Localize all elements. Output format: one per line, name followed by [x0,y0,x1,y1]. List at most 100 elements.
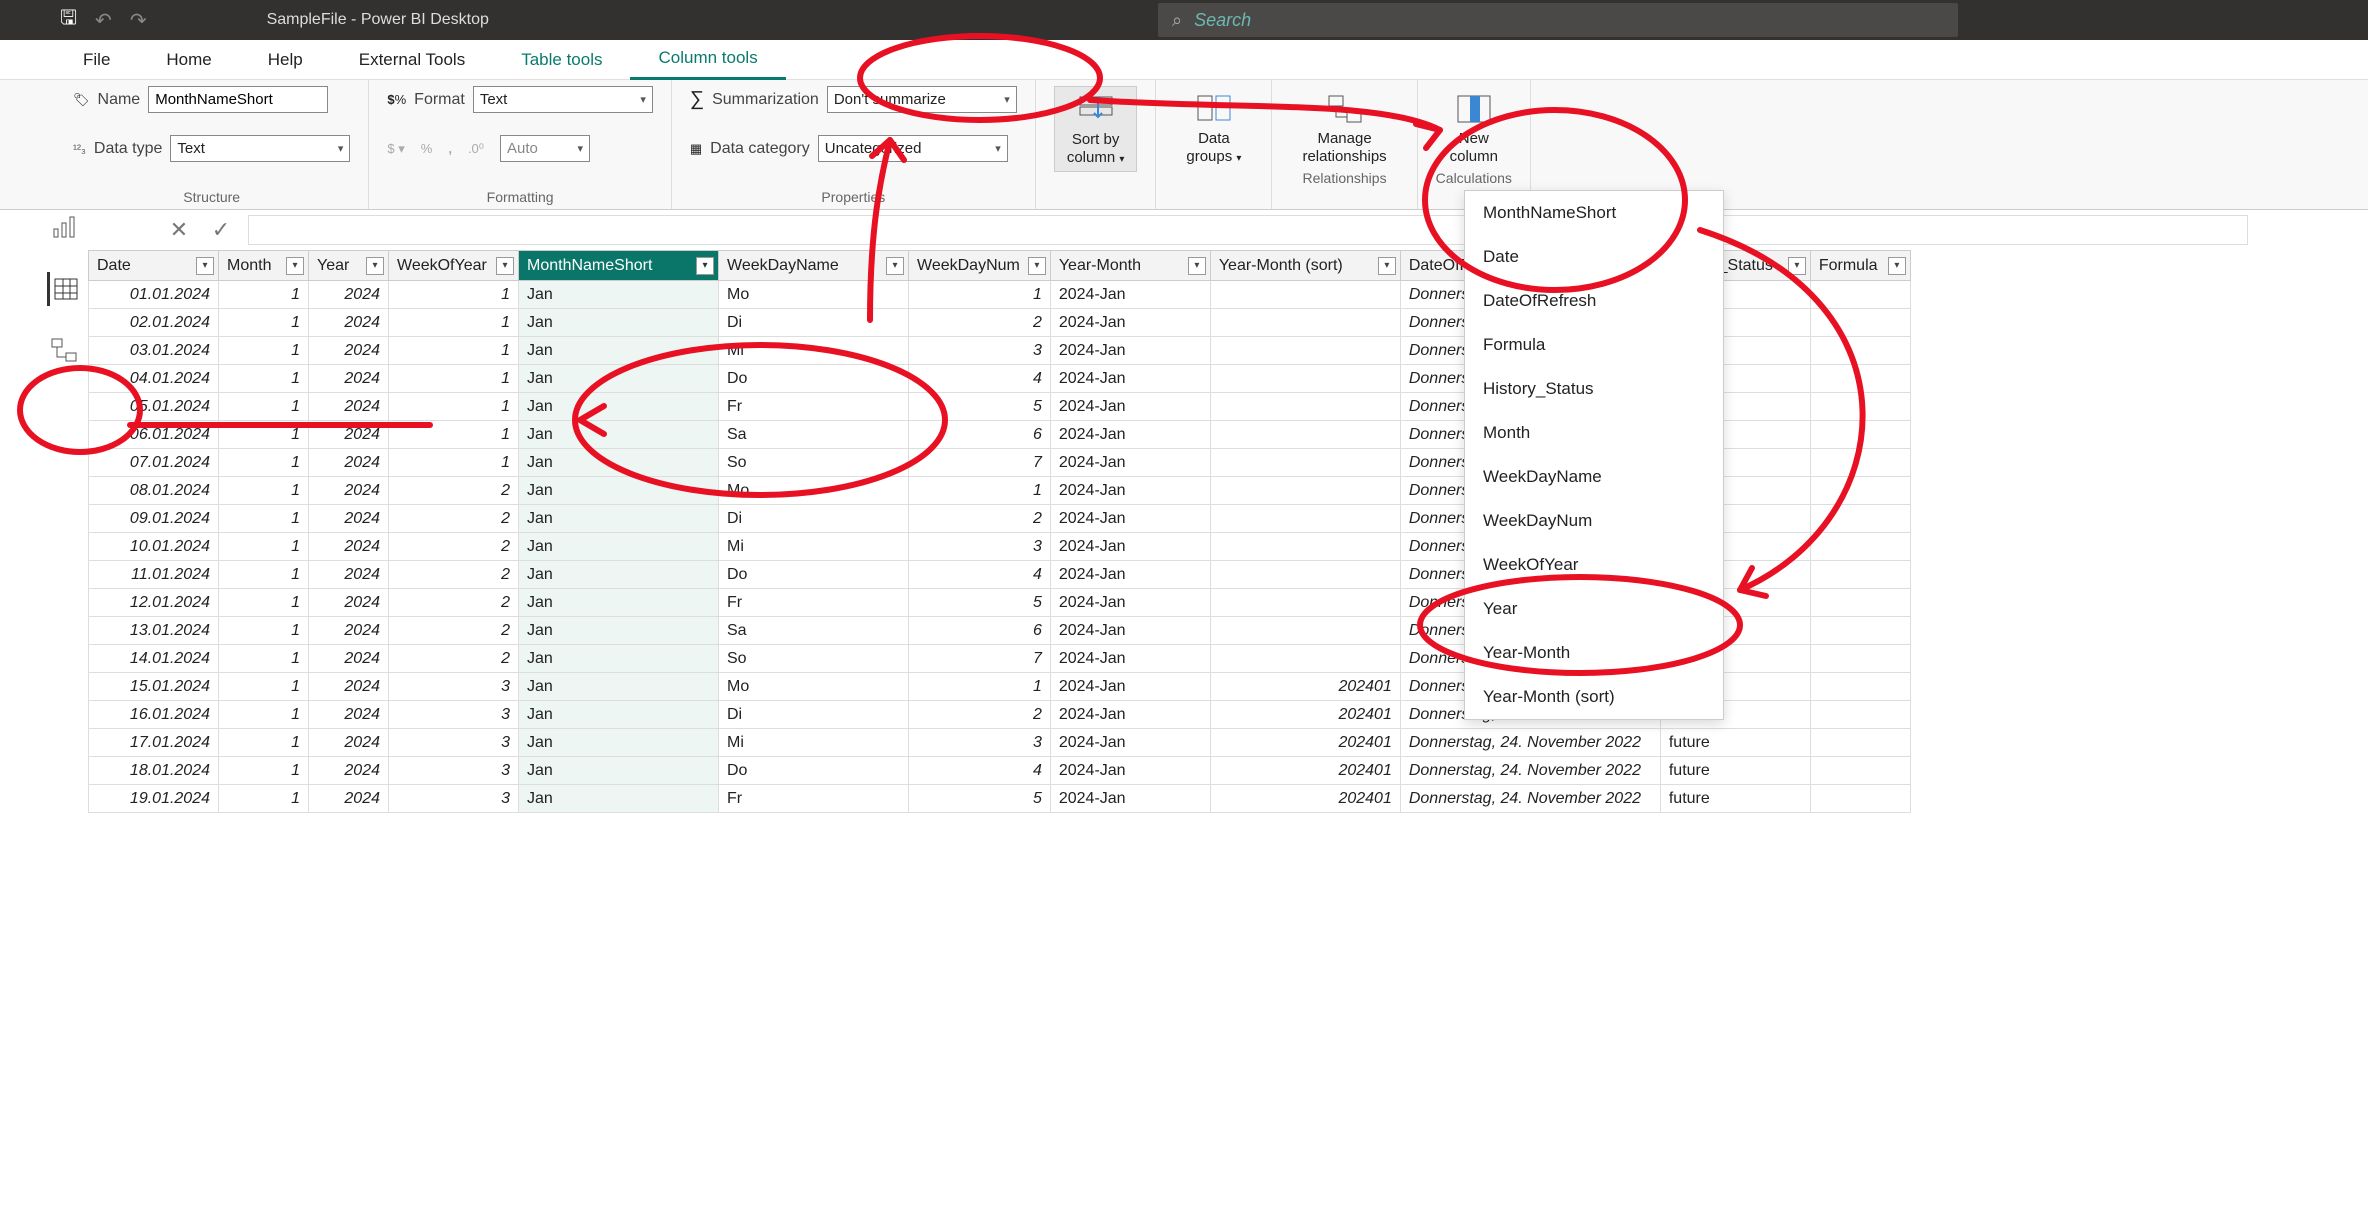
ribbon-tab-help[interactable]: Help [240,40,331,80]
summarization-label: Summarization [712,91,819,109]
sort-by-column-menu[interactable]: MonthNameShortDateDateOfRefreshFormulaHi… [1464,190,1724,720]
app-title: SampleFile - Power BI Desktop [267,11,489,29]
ribbon-tabs: FileHomeHelpExternal ToolsTable toolsCol… [0,40,2368,80]
ribbon-group-properties: ∑ Summarization Don't summarize▾ ▦ Data … [672,80,1036,209]
column-filter-icon[interactable]: ▾ [1028,257,1046,275]
column-header-weekdaynum[interactable]: WeekDayNum▾ [909,251,1051,281]
summarization-select[interactable]: Don't summarize▾ [827,86,1017,113]
column-header-date[interactable]: Date▾ [89,251,219,281]
column-name-input[interactable] [148,86,328,113]
report-view-button[interactable] [47,210,81,244]
sort-menu-item-monthnameshort[interactable]: MonthNameShort [1465,191,1723,235]
group-caption-calculations: Calculations [1436,170,1512,190]
ribbon-group-sort: Sort by column ▾ Sort [1036,80,1157,209]
ribbon-group-structure: 🏷︎ Name ¹²₃ Data type Text▾ Structure [55,80,369,209]
datatype-icon: ¹²₃ [73,142,86,156]
sort-menu-item-year-month[interactable]: Year-Month [1465,631,1723,675]
column-filter-icon[interactable]: ▾ [886,257,904,275]
group-caption-properties: Properties [690,189,1017,209]
data-groups-button[interactable]: Data groups ▾ [1174,86,1253,170]
view-switcher [40,210,88,368]
column-header-year-month[interactable]: Year-Month▾ [1050,251,1210,281]
model-view-button[interactable] [47,334,81,368]
undo-icon[interactable]: ↶ [95,8,112,33]
tag-icon: 🏷︎ [73,92,90,108]
column-filter-icon[interactable]: ▾ [1788,257,1806,275]
sort-menu-item-weekdayname[interactable]: WeekDayName [1465,455,1723,499]
ribbon-tab-home[interactable]: Home [138,40,239,80]
search-icon: ⌕ [1172,10,1182,31]
data-groups-icon [1194,90,1234,130]
decimals-button[interactable]: .0⁰ [468,141,484,157]
manage-relationships-button[interactable]: Manage relationships [1290,86,1398,170]
sort-menu-item-weekdaynum[interactable]: WeekDayNum [1465,499,1723,543]
save-icon[interactable]: 🖫 [60,3,77,37]
ribbon-tab-table-tools[interactable]: Table tools [493,40,630,80]
column-filter-icon[interactable]: ▾ [1888,257,1906,275]
title-bar: 🖫 ↶ ↷ SampleFile - Power BI Desktop ⌕ [0,0,2368,40]
format-select[interactable]: Text▾ [473,86,653,113]
table-row[interactable]: 19.01.2024120243JanFr52024-Jan202401Donn… [89,785,1911,813]
data-view-button[interactable] [47,272,81,306]
column-filter-icon[interactable]: ▾ [366,257,384,275]
data-grid[interactable]: Date▾Month▾Year▾WeekOfYear▾MonthNameShor… [88,250,2368,1204]
format-label: Format [414,91,465,109]
table-row[interactable]: 18.01.2024120243JanDo42024-Jan202401Donn… [89,757,1911,785]
ribbon-tab-file[interactable]: File [55,40,138,80]
sort-menu-item-history-status[interactable]: History_Status [1465,367,1723,411]
column-filter-icon[interactable]: ▾ [196,257,214,275]
thousands-button[interactable]: , [448,141,452,156]
auto-decimals[interactable]: Auto▾ [500,135,590,162]
category-label: Data category [710,140,810,158]
ribbon-group-groups: Data groups ▾ Groups [1156,80,1272,209]
new-column-button[interactable]: New column [1436,86,1512,170]
column-filter-icon[interactable]: ▾ [1378,257,1396,275]
column-filter-icon[interactable]: ▾ [286,257,304,275]
redo-icon[interactable]: ↷ [130,8,147,33]
column-header-monthnameshort[interactable]: MonthNameShort▾ [519,251,719,281]
sort-icon [1076,91,1116,131]
ribbon-group-relationships: Manage relationships Relationships [1272,80,1417,209]
column-header-weekofyear[interactable]: WeekOfYear▾ [389,251,519,281]
group-caption-formatting: Formatting [387,189,652,209]
datatype-select[interactable]: Text▾ [170,135,350,162]
format-icon: $% [387,92,406,107]
sort-menu-item-dateofrefresh[interactable]: DateOfRefresh [1465,279,1723,323]
column-filter-icon[interactable]: ▾ [1188,257,1206,275]
formula-cancel-button[interactable]: ✕ [164,215,194,245]
sort-menu-item-year[interactable]: Year [1465,587,1723,631]
search-box[interactable]: ⌕ [1158,3,1958,37]
datatype-label: Data type [94,140,162,158]
column-filter-icon[interactable]: ▾ [696,257,714,275]
column-header-month[interactable]: Month▾ [219,251,309,281]
column-header-year-month-sort-[interactable]: Year-Month (sort)▾ [1210,251,1400,281]
group-caption-structure: Structure [73,189,350,209]
sigma-icon: ∑ [690,88,704,111]
relationships-icon [1325,90,1365,130]
sort-menu-item-weekofyear[interactable]: WeekOfYear [1465,543,1723,587]
sort-menu-item-date[interactable]: Date [1465,235,1723,279]
ribbon-group-formatting: $% Format Text▾ $ ▾ % , .0⁰ Auto▾ Format… [369,80,671,209]
group-caption-relationships: Relationships [1290,170,1398,190]
ribbon-tab-external-tools[interactable]: External Tools [331,40,493,80]
column-header-formula[interactable]: Formula▾ [1810,251,1910,281]
formula-bar: ✕ ✓ [98,212,2248,248]
name-label: Name [98,91,141,109]
ribbon-tab-column-tools[interactable]: Column tools [630,40,785,80]
formula-commit-button[interactable]: ✓ [206,215,236,245]
currency-button[interactable]: $ ▾ [387,141,404,157]
column-header-year[interactable]: Year▾ [309,251,389,281]
sort-menu-item-formula[interactable]: Formula [1465,323,1723,367]
sort-menu-item-year-month-sort-[interactable]: Year-Month (sort) [1465,675,1723,719]
category-select[interactable]: Uncategorized▾ [818,135,1008,162]
column-filter-icon[interactable]: ▾ [496,257,514,275]
search-input[interactable] [1194,10,1944,31]
new-column-icon [1454,90,1494,130]
sort-by-column-button[interactable]: Sort by column ▾ [1054,86,1138,172]
formula-input[interactable] [248,215,2248,245]
sort-menu-item-month[interactable]: Month [1465,411,1723,455]
ribbon-body: 🏷︎ Name ¹²₃ Data type Text▾ Structure $%… [0,80,2368,210]
percent-button[interactable]: % [421,141,433,156]
column-header-weekdayname[interactable]: WeekDayName▾ [719,251,909,281]
table-row[interactable]: 17.01.2024120243JanMi32024-Jan202401Donn… [89,729,1911,757]
